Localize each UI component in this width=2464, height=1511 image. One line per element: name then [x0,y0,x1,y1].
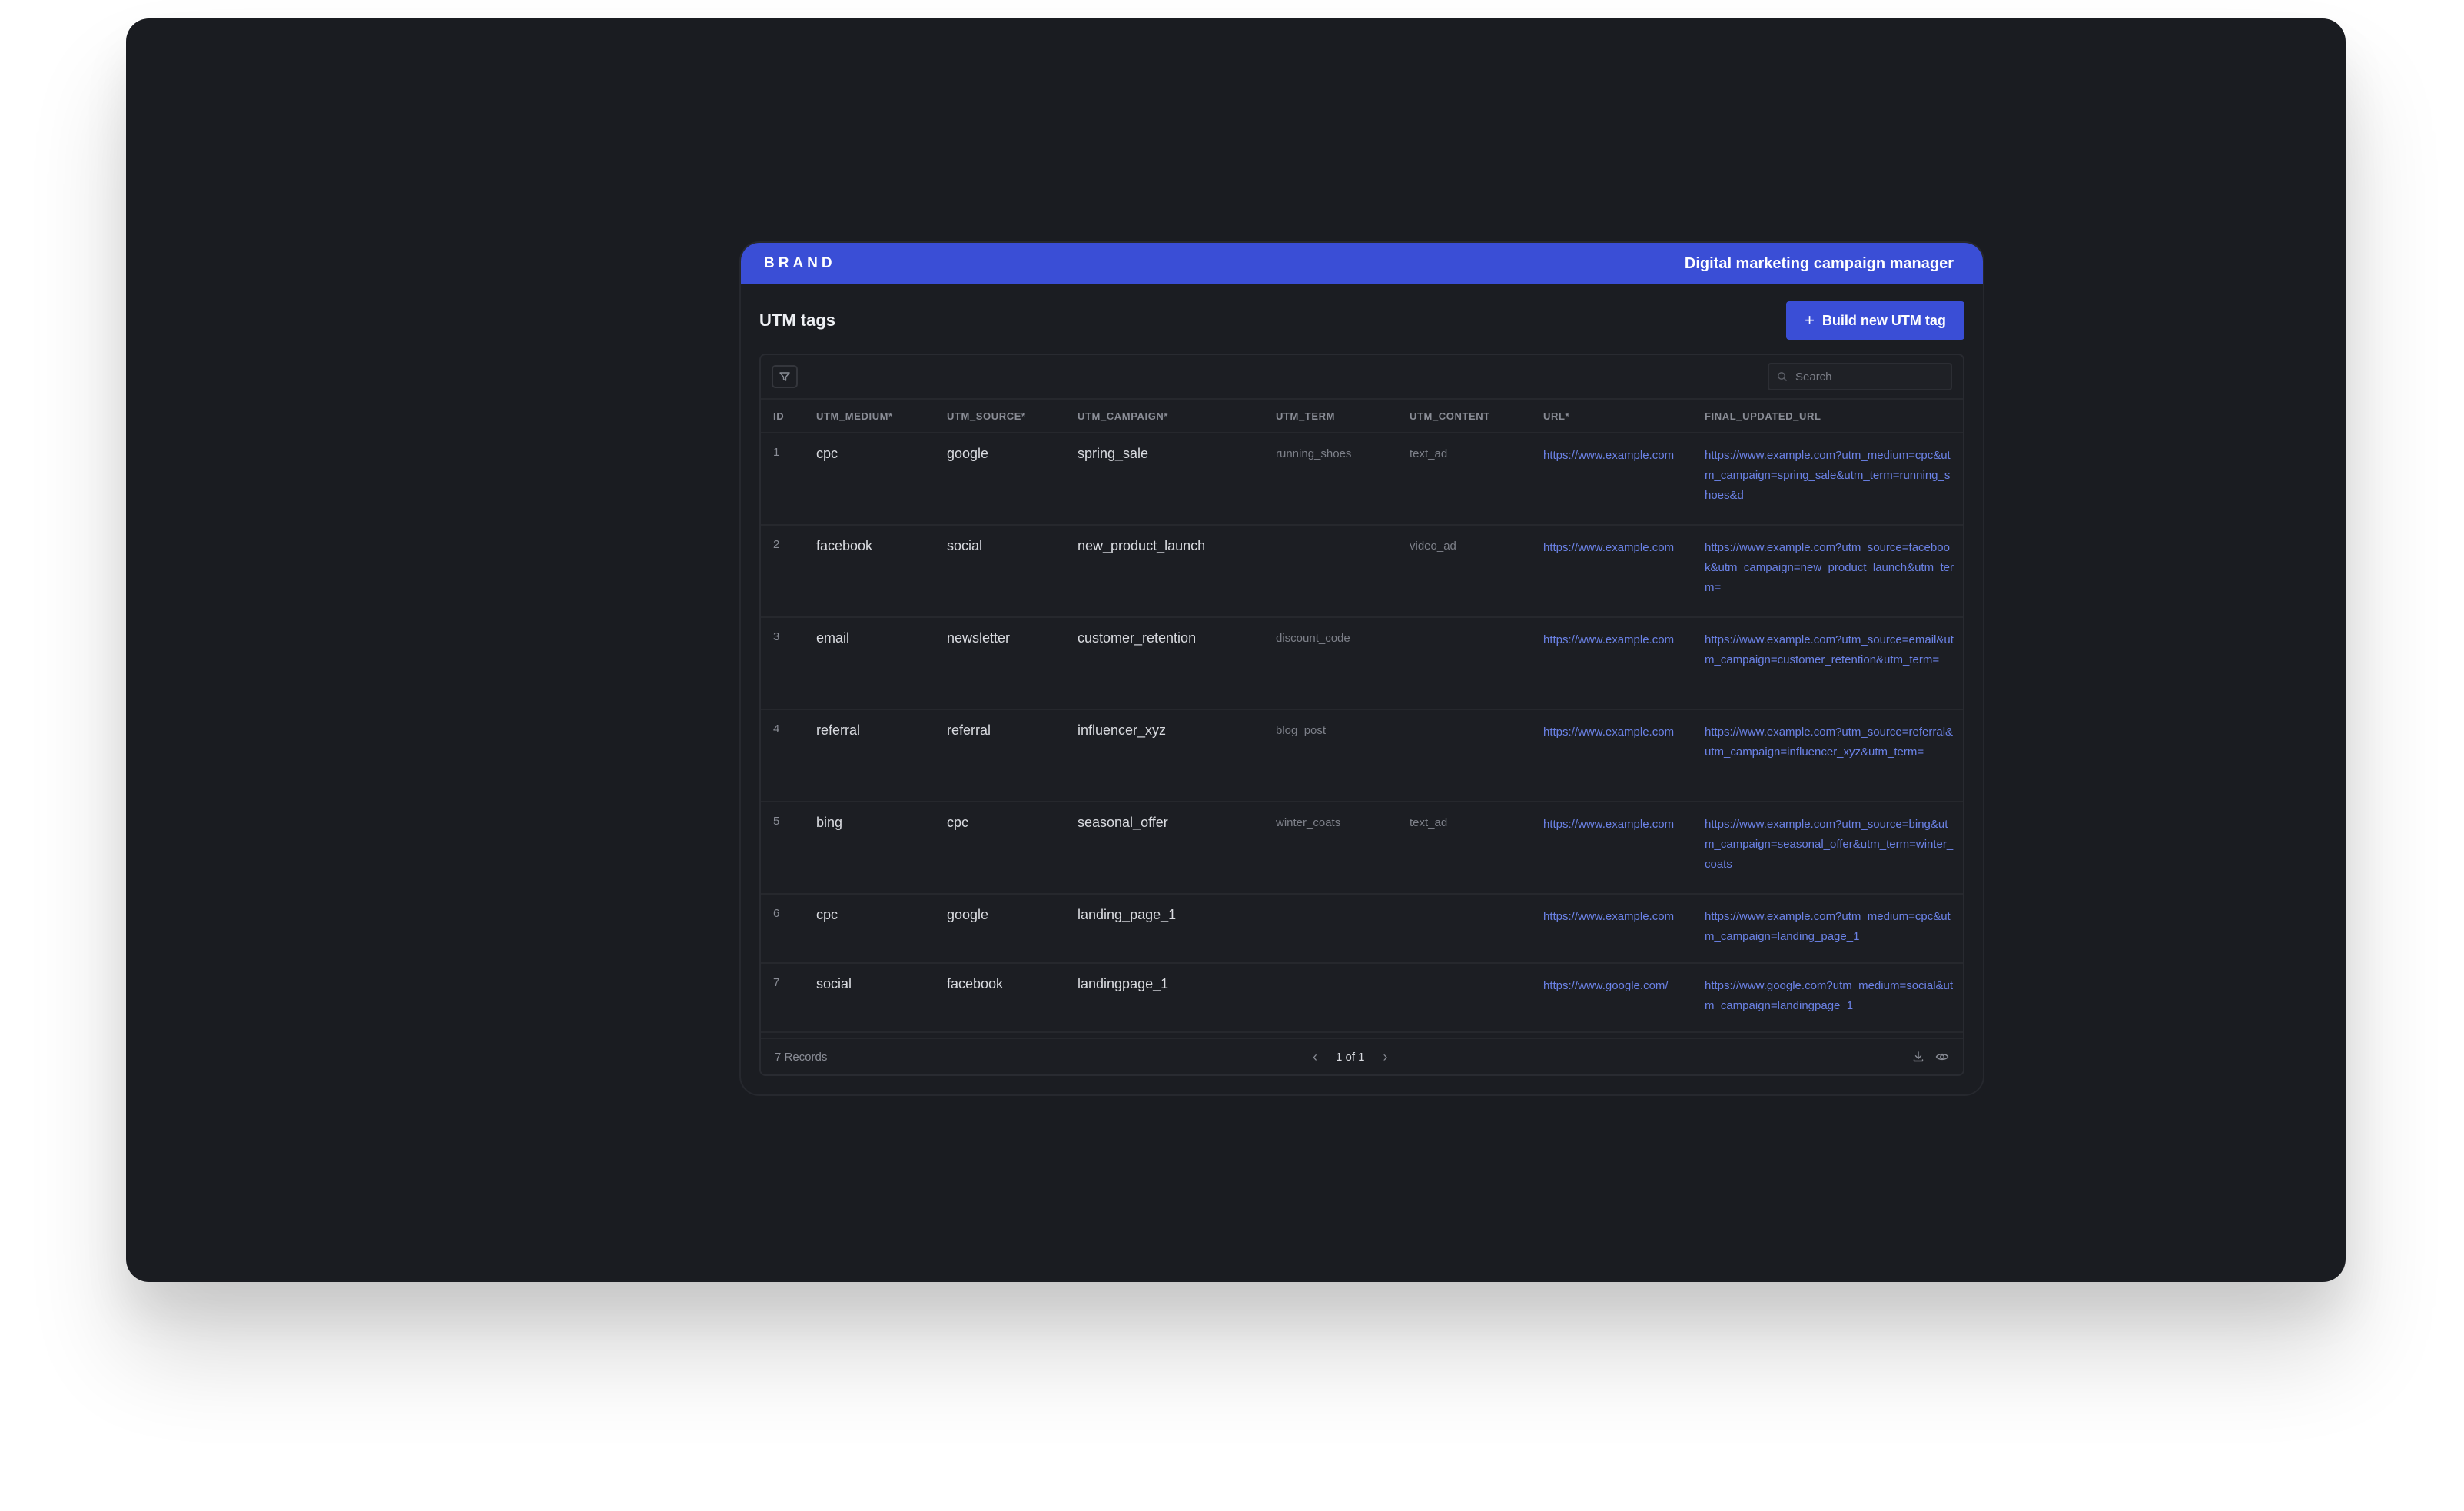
cell-utm-source[interactable]: facebook [935,963,1065,1033]
cell-utm-medium[interactable]: cpc [804,894,935,964]
cell-url[interactable]: https://www.example.com [1531,433,1692,526]
cell-final-url[interactable]: https://www.google.com?utm_medium=social… [1692,963,1963,1033]
cell-utm-medium[interactable]: facebook [804,525,935,618]
cell-utm-term[interactable]: blog_post [1264,709,1397,802]
cell-final-url[interactable]: https://www.example.com?utm_medium=cpc&u… [1692,894,1963,964]
table-row[interactable]: 6 cpc google landing_page_1 https://www.… [761,894,1963,964]
col-header-id[interactable]: ID [761,400,804,433]
col-header-utm-medium[interactable]: UTM_MEDIUM* [804,400,935,433]
cell-id: 1 [761,433,804,526]
cell-url[interactable]: https://www.google.com/ [1531,963,1692,1033]
cell-id: 5 [761,802,804,895]
chevron-right-icon[interactable]: › [1383,1049,1388,1065]
cell-id: 2 [761,525,804,618]
cell-utm-medium[interactable]: referral [804,709,935,802]
brand-logo: BRAND [764,255,836,271]
app-window: BRAND Digital marketing campaign manager… [739,241,1984,1096]
search-input[interactable] [1768,363,1952,390]
col-header-utm-content[interactable]: UTM_CONTENT [1397,400,1531,433]
cell-id: 3 [761,617,804,710]
cell-final-url[interactable]: https://www.example.com?utm_source=refer… [1692,709,1963,802]
cell-utm-term[interactable] [1264,894,1397,964]
cell-id: 4 [761,709,804,802]
cell-utm-source[interactable]: referral [935,709,1065,802]
cell-utm-campaign[interactable]: spring_sale [1065,433,1264,526]
filter-icon [779,372,790,381]
screen: BRAND Digital marketing campaign manager… [126,18,2346,1282]
cell-utm-content[interactable] [1397,894,1531,964]
page-header: UTM tags + Build new UTM tag [759,301,1964,340]
cell-final-url[interactable]: https://www.example.com?utm_medium=cpc&u… [1692,433,1963,526]
cell-utm-content[interactable]: text_ad [1397,433,1531,526]
pagination: ‹ 1 of 1 › [1313,1049,1388,1065]
cell-utm-campaign[interactable]: seasonal_offer [1065,802,1264,895]
cell-utm-medium[interactable]: bing [804,802,935,895]
cell-utm-campaign[interactable]: new_product_launch [1065,525,1264,618]
chevron-left-icon[interactable]: ‹ [1313,1049,1317,1065]
utm-table: ID UTM_MEDIUM* UTM_SOURCE* UTM_CAMPAIGN*… [761,400,1963,1033]
cell-utm-source[interactable]: cpc [935,802,1065,895]
cell-utm-source[interactable]: google [935,433,1065,526]
build-utm-tag-button[interactable]: + Build new UTM tag [1786,301,1964,340]
cell-final-url[interactable]: https://www.example.com?utm_source=email… [1692,617,1963,710]
page-title: UTM tags [759,311,835,330]
cell-utm-term[interactable] [1264,963,1397,1033]
table-row[interactable]: 4 referral referral influencer_xyz blog_… [761,709,1963,802]
table-header-row: ID UTM_MEDIUM* UTM_SOURCE* UTM_CAMPAIGN*… [761,400,1963,433]
cell-utm-medium[interactable]: social [804,963,935,1033]
cell-url[interactable]: https://www.example.com [1531,525,1692,618]
eye-icon[interactable] [1935,1051,1949,1063]
col-header-utm-source[interactable]: UTM_SOURCE* [935,400,1065,433]
cell-utm-campaign[interactable]: influencer_xyz [1065,709,1264,802]
cell-utm-content[interactable]: text_ad [1397,802,1531,895]
table-toolbar [761,355,1963,400]
table-row[interactable]: 7 social facebook landingpage_1 https://… [761,963,1963,1033]
table-row[interactable]: 2 facebook social new_product_launch vid… [761,525,1963,618]
cell-utm-content[interactable]: video_ad [1397,525,1531,618]
search-box [1768,363,1952,390]
col-header-final-updated-url[interactable]: FINAL_UPDATED_URL [1692,400,1963,433]
table-footer: 7 Records ‹ 1 of 1 › [761,1038,1963,1074]
cell-final-url[interactable]: https://www.example.com?utm_source=faceb… [1692,525,1963,618]
build-utm-tag-label: Build new UTM tag [1821,312,1946,328]
cell-url[interactable]: https://www.example.com [1531,617,1692,710]
cell-utm-campaign[interactable]: landingpage_1 [1065,963,1264,1033]
utm-table-panel: ID UTM_MEDIUM* UTM_SOURCE* UTM_CAMPAIGN*… [759,354,1964,1076]
table-row[interactable]: 5 bing cpc seasonal_offer winter_coats t… [761,802,1963,895]
cell-utm-source[interactable]: social [935,525,1065,618]
col-header-utm-term[interactable]: UTM_TERM [1264,400,1397,433]
cell-utm-source[interactable]: google [935,894,1065,964]
page-indicator: 1 of 1 [1336,1050,1365,1064]
cell-url[interactable]: https://www.example.com [1531,802,1692,895]
cell-utm-content[interactable] [1397,963,1531,1033]
cell-id: 7 [761,963,804,1033]
filter-button[interactable] [772,365,798,388]
cell-utm-medium[interactable]: cpc [804,433,935,526]
plus-icon: + [1805,311,1815,330]
col-header-utm-campaign[interactable]: UTM_CAMPAIGN* [1065,400,1264,433]
cell-url[interactable]: https://www.example.com [1531,894,1692,964]
cell-id: 6 [761,894,804,964]
cell-url[interactable]: https://www.example.com [1531,709,1692,802]
footer-actions [1912,1051,1949,1063]
table-row[interactable]: 3 email newsletter customer_retention di… [761,617,1963,710]
cell-utm-term[interactable]: discount_code [1264,617,1397,710]
app-name: Digital marketing campaign manager [1684,254,1954,272]
search-icon [1778,372,1787,381]
top-bar: BRAND Digital marketing campaign manager [741,243,1983,284]
cell-final-url[interactable]: https://www.example.com?utm_source=bing&… [1692,802,1963,895]
cell-utm-content[interactable] [1397,709,1531,802]
cell-utm-campaign[interactable]: customer_retention [1065,617,1264,710]
cell-utm-medium[interactable]: email [804,617,935,710]
cell-utm-term[interactable]: running_shoes [1264,433,1397,526]
cell-utm-term[interactable] [1264,525,1397,618]
cell-utm-campaign[interactable]: landing_page_1 [1065,894,1264,964]
cell-utm-content[interactable] [1397,617,1531,710]
table-row[interactable]: 1 cpc google spring_sale running_shoes t… [761,433,1963,526]
download-icon[interactable] [1912,1051,1924,1063]
cell-utm-term[interactable]: winter_coats [1264,802,1397,895]
col-header-url[interactable]: URL* [1531,400,1692,433]
records-count: 7 Records [775,1050,828,1064]
cell-utm-source[interactable]: newsletter [935,617,1065,710]
